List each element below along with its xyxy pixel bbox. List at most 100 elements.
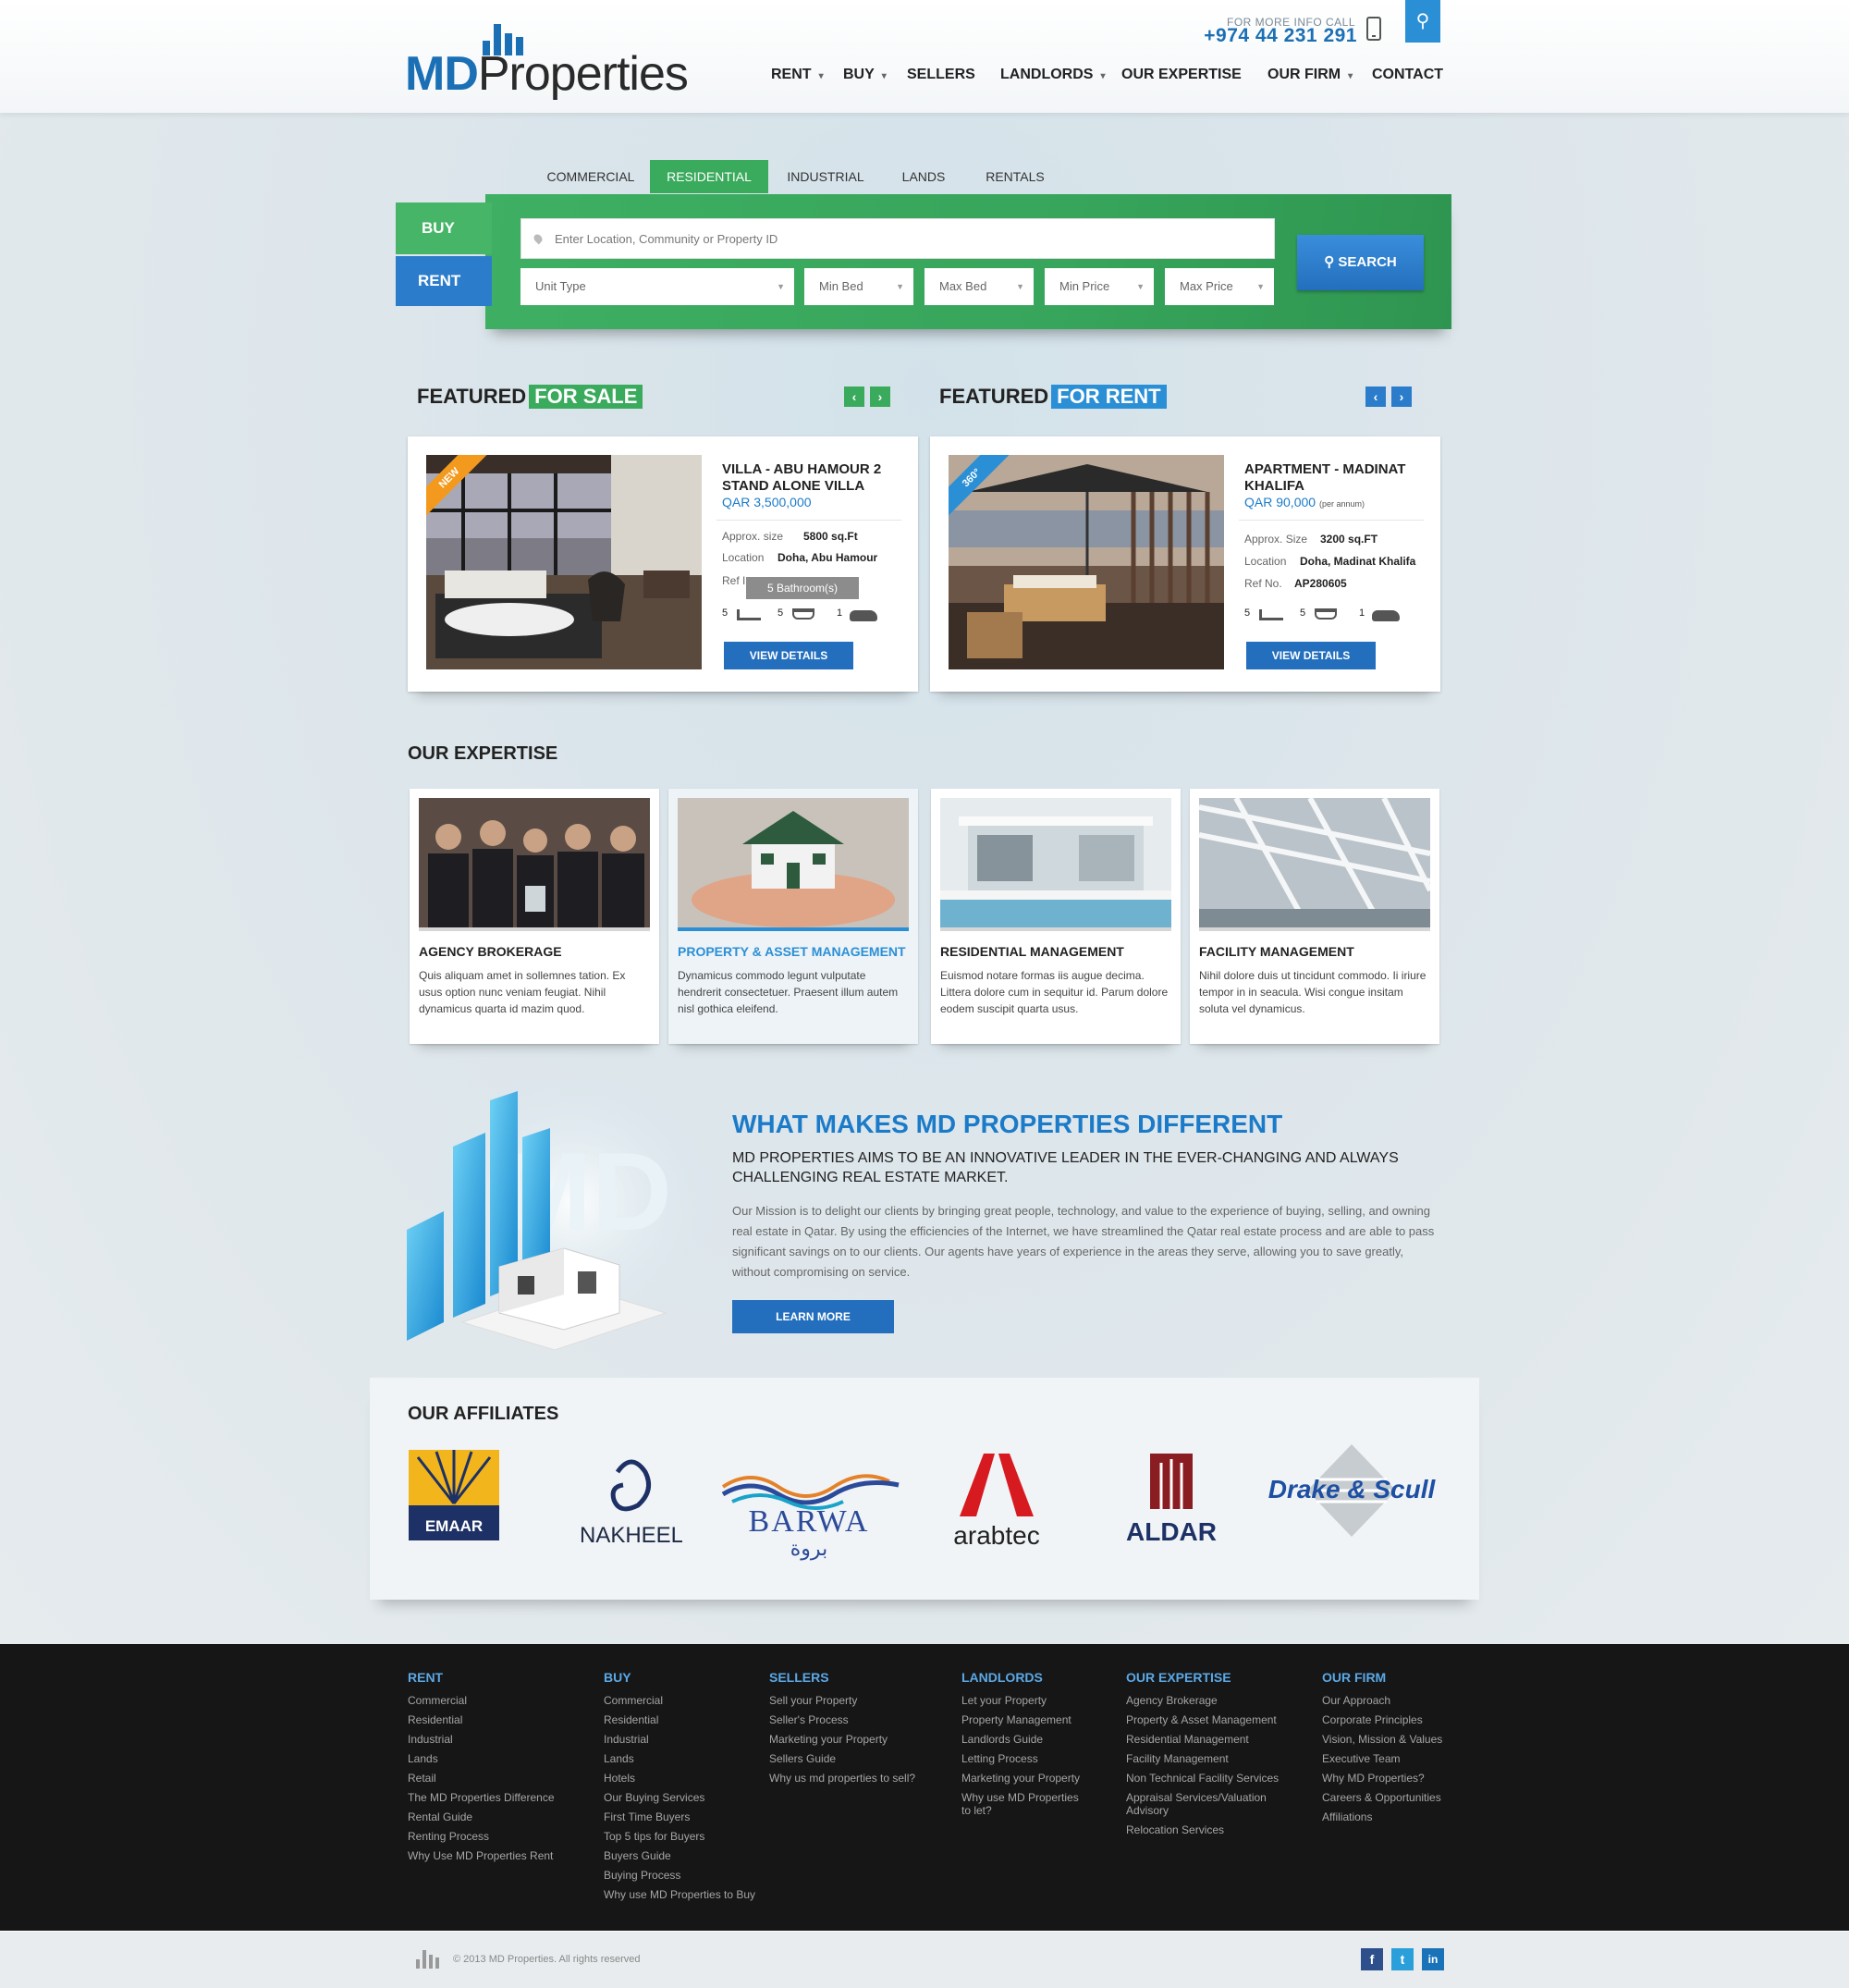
nav-our-firm[interactable]: OUR FIRM ▾ [1267,67,1353,83]
apartment-photo[interactable]: 360° [949,455,1224,669]
footer-link[interactable]: Non Technical Facility Services [1126,1772,1279,1785]
footer-link[interactable]: Appraisal Services/Valuation [1126,1791,1279,1804]
phone-number[interactable]: +974 44 231 291 [1146,25,1357,47]
nav-contact[interactable]: CONTACT [1372,67,1443,83]
tab-lands[interactable]: LANDS [883,160,964,193]
expertise-title[interactable]: FACILITY MANAGEMENT [1199,944,1354,959]
footer-link[interactable]: Renting Process [408,1830,555,1843]
min-bed-select[interactable]: Min Bed ▼ [804,268,913,305]
footer-link[interactable]: Why us md properties to sell? [769,1772,915,1785]
footer-link[interactable]: Property Management [961,1713,1080,1726]
footer-link[interactable]: Residential Management [1126,1733,1279,1746]
footer-link[interactable]: Agency Brokerage [1126,1694,1279,1707]
footer-link[interactable]: Marketing your Property [769,1733,915,1746]
nav-our-expertise[interactable]: OUR EXPERTISE [1121,67,1242,83]
footer-heading[interactable]: RENT [408,1670,555,1685]
footer-link[interactable]: Industrial [604,1733,755,1746]
footer-heading[interactable]: BUY [604,1670,755,1685]
footer-link[interactable]: to let? [961,1804,1080,1817]
nav-buy[interactable]: BUY ▾ [843,67,887,83]
emaar-logo[interactable]: EMAAR [409,1450,499,1561]
min-price-select[interactable]: Min Price ▼ [1045,268,1154,305]
expertise-card-facility[interactable]: FACILITY MANAGEMENT Nihil dolore duis ut… [1190,789,1439,1044]
expertise-card-property-asset[interactable]: PROPERTY & ASSET MANAGEMENT Dynamicus co… [668,789,918,1044]
footer-link[interactable]: Facility Management [1126,1752,1279,1765]
footer-link[interactable]: Letting Process [961,1752,1080,1765]
footer-heading[interactable]: LANDLORDS [961,1670,1080,1685]
footer-link[interactable]: Sellers Guide [769,1752,915,1765]
footer-link[interactable]: Relocation Services [1126,1823,1279,1836]
aldar-logo[interactable]: ALDAR [1120,1450,1222,1561]
footer-heading[interactable]: OUR FIRM [1322,1670,1442,1685]
footer-link[interactable]: Landlords Guide [961,1733,1080,1746]
footer-link[interactable]: Our Buying Services [604,1791,755,1804]
property-title[interactable]: VILLA - ABU HAMOUR 2 STAND ALONE VILLA [722,461,907,495]
location-search-input[interactable]: Enter Location, Community or Property ID [520,218,1275,259]
view-details-button[interactable]: VIEW DETAILS [1246,642,1376,669]
facebook-icon[interactable]: f [1361,1948,1383,1970]
expertise-card-agency[interactable]: AGENCY BROKERAGE Quis aliquam amet in so… [410,789,659,1044]
footer-link[interactable]: Commercial [408,1694,555,1707]
footer-link[interactable]: Why use MD Properties to Buy [604,1888,755,1901]
footer-link[interactable]: Affiliations [1322,1810,1442,1823]
footer-link[interactable]: Residential [604,1713,755,1726]
learn-more-button[interactable]: LEARN MORE [732,1300,894,1333]
max-bed-select[interactable]: Max Bed ▼ [924,268,1034,305]
footer-link[interactable]: Executive Team [1322,1752,1442,1765]
footer-link[interactable]: Vision, Mission & Values [1322,1733,1442,1746]
rent-toggle[interactable]: RENT [396,256,492,306]
search-icon[interactable]: ⚲ [1405,0,1440,43]
footer-link[interactable]: Property & Asset Management [1126,1713,1279,1726]
footer-link[interactable]: Hotels [604,1772,755,1785]
footer-link[interactable]: First Time Buyers [604,1810,755,1823]
unit-type-select[interactable]: Unit Type ▼ [520,268,794,305]
footer-link[interactable]: Why use MD Properties [961,1791,1080,1804]
expertise-title[interactable]: PROPERTY & ASSET MANAGEMENT [678,944,906,959]
tab-commercial[interactable]: COMMERCIAL [533,160,648,193]
sale-next-arrow-icon[interactable]: › [870,387,890,407]
site-logo[interactable]: MDProperties [405,48,689,100]
footer-link[interactable]: Lands [604,1752,755,1765]
property-title[interactable]: APARTMENT - MADINAT KHALIFA [1244,461,1429,495]
nav-landlords[interactable]: LANDLORDS ▾ [1000,67,1105,83]
footer-link[interactable]: Residential [408,1713,555,1726]
footer-link[interactable]: Marketing your Property [961,1772,1080,1785]
tab-rentals[interactable]: RENTALS [964,160,1066,193]
rent-prev-arrow-icon[interactable]: ‹ [1365,387,1386,407]
footer-link[interactable]: Seller's Process [769,1713,915,1726]
footer-heading[interactable]: SELLERS [769,1670,915,1685]
footer-link[interactable]: Commercial [604,1694,755,1707]
view-details-button[interactable]: VIEW DETAILS [724,642,853,669]
drake-scull-logo[interactable]: Drake & Scull [1261,1442,1442,1553]
max-price-select[interactable]: Max Price ▼ [1165,268,1274,305]
buy-toggle[interactable]: BUY [396,202,492,254]
barwa-logo[interactable]: BARWA بروة [714,1450,904,1561]
nakheel-logo[interactable]: NAKHEEL [580,1450,683,1561]
search-button[interactable]: ⚲ SEARCH [1297,235,1424,290]
footer-link[interactable]: Buying Process [604,1869,755,1882]
footer-link[interactable]: Sell your Property [769,1694,915,1707]
footer-link[interactable]: Retail [408,1772,555,1785]
footer-link[interactable]: Corporate Principles [1322,1713,1442,1726]
tab-industrial[interactable]: INDUSTRIAL [768,160,883,193]
footer-link[interactable]: Industrial [408,1733,555,1746]
nav-sellers[interactable]: SELLERS [907,67,975,83]
footer-link[interactable]: Rental Guide [408,1810,555,1823]
footer-link[interactable]: Careers & Opportunities [1322,1791,1442,1804]
rent-next-arrow-icon[interactable]: › [1391,387,1412,407]
footer-heading[interactable]: OUR EXPERTISE [1126,1670,1279,1685]
footer-link[interactable]: Lands [408,1752,555,1765]
footer-link[interactable]: Why MD Properties? [1322,1772,1442,1785]
expertise-card-residential[interactable]: RESIDENTIAL MANAGEMENT Euismod notare fo… [931,789,1181,1044]
expertise-title[interactable]: RESIDENTIAL MANAGEMENT [940,944,1124,959]
footer-link[interactable]: Our Approach [1322,1694,1442,1707]
footer-link[interactable]: The MD Properties Difference [408,1791,555,1804]
tab-residential[interactable]: RESIDENTIAL [650,160,768,193]
nav-rent[interactable]: RENT ▾ [771,67,824,83]
expertise-title[interactable]: AGENCY BROKERAGE [419,944,562,959]
footer-link[interactable]: Buyers Guide [604,1849,755,1862]
arabtec-logo[interactable]: arabtec [941,1450,1052,1561]
footer-link[interactable]: Let your Property [961,1694,1080,1707]
footer-link[interactable]: Why Use MD Properties Rent [408,1849,555,1862]
sale-prev-arrow-icon[interactable]: ‹ [844,387,864,407]
